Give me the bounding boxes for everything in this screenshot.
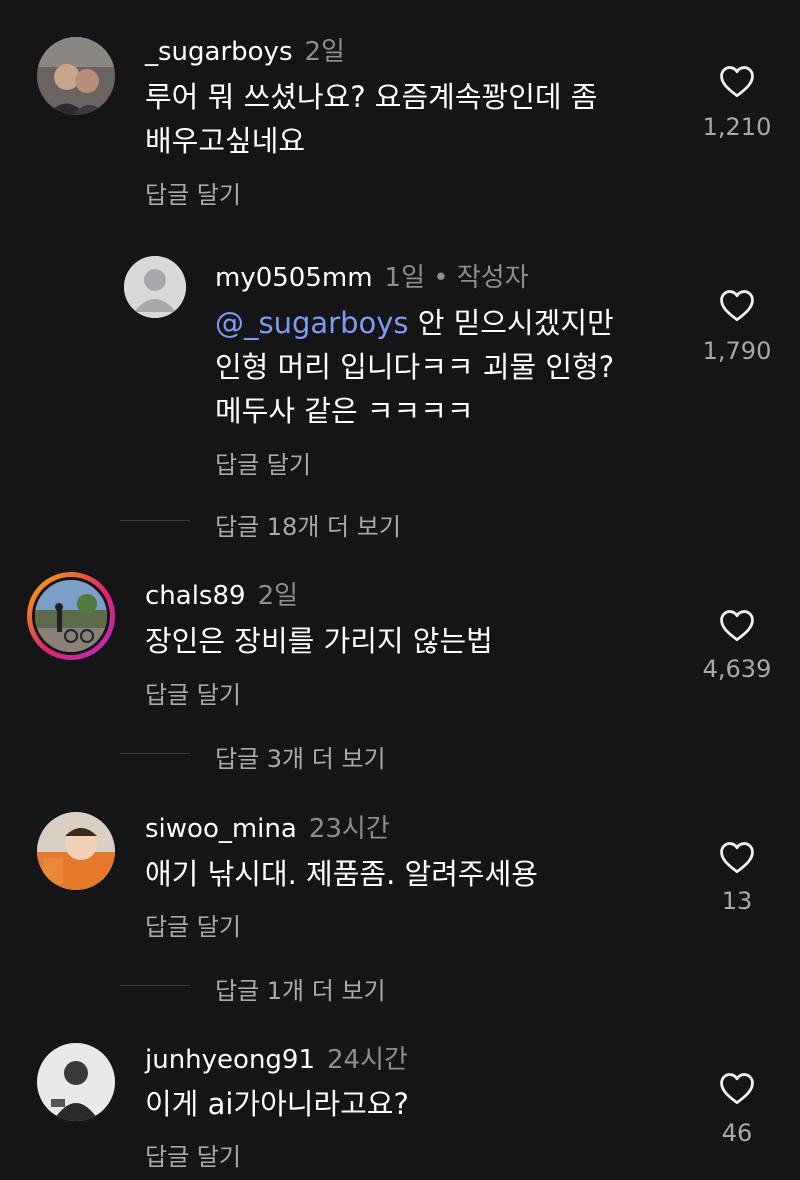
avatar[interactable] xyxy=(37,812,115,890)
user-photo xyxy=(37,812,115,890)
avatar[interactable] xyxy=(27,572,115,660)
avatar[interactable] xyxy=(37,1043,115,1121)
reply-button[interactable]: 답글 달기 xyxy=(145,175,241,210)
mention-link[interactable]: @_sugarboys xyxy=(215,306,409,340)
author-tag: • 작성자 xyxy=(433,263,529,293)
timestamp: 2일 xyxy=(257,581,299,611)
view-more-replies[interactable]: 답글 3개 더 보기 xyxy=(215,739,386,774)
timestamp: 1일 xyxy=(384,263,426,293)
divider xyxy=(120,753,190,754)
username[interactable]: _sugarboys 2일 xyxy=(145,31,345,68)
reply-button[interactable]: 답글 달기 xyxy=(145,907,241,942)
heart-icon[interactable] xyxy=(718,608,756,642)
comment-text: 장인은 장비를 가리지 않는법 xyxy=(145,624,493,658)
comment-text: @_sugarboys 안 믿으시겠지만 인형 머리 입니다ㅋㅋ 괴물 인형? … xyxy=(215,306,615,428)
like-count: 1,790 xyxy=(702,337,772,365)
default-avatar-icon[interactable] xyxy=(124,256,186,318)
username[interactable]: chals89 2일 xyxy=(145,575,298,612)
username[interactable]: my0505mm 1일 • 작성자 xyxy=(215,257,529,294)
reply-button[interactable]: 답글 달기 xyxy=(215,445,311,480)
timestamp: 23시간 xyxy=(308,814,390,844)
heart-icon[interactable] xyxy=(718,1071,756,1105)
user-photo xyxy=(35,580,107,652)
heart-icon[interactable] xyxy=(718,64,756,98)
avatar[interactable] xyxy=(37,37,115,115)
reply-button[interactable]: 답글 달기 xyxy=(145,675,241,710)
heart-icon[interactable] xyxy=(718,840,756,874)
comment-text: 이게 ai가아니라고요? xyxy=(145,1087,409,1121)
username[interactable]: junhyeong91 24시간 xyxy=(145,1039,408,1076)
divider xyxy=(120,985,190,986)
like-count: 13 xyxy=(721,887,753,915)
divider xyxy=(120,520,190,521)
username[interactable]: siwoo_mina 23시간 xyxy=(145,808,390,845)
comment-text: 루어 뭐 쓰셨나요? 요즘계속꽝인데 좀 배우고싶네요 xyxy=(145,80,598,158)
comment-text: 애기 낚시대. 제품좀. 알려주세용 xyxy=(145,857,538,891)
view-more-replies[interactable]: 답글 18개 더 보기 xyxy=(215,507,401,542)
like-count: 1,210 xyxy=(702,113,772,141)
story-ring xyxy=(32,577,110,655)
user-photo xyxy=(37,1043,115,1121)
view-more-replies[interactable]: 답글 1개 더 보기 xyxy=(215,971,386,1006)
user-photo xyxy=(37,37,115,115)
like-count: 4,639 xyxy=(702,655,772,683)
like-count: 46 xyxy=(721,1119,753,1147)
timestamp: 2일 xyxy=(304,37,345,67)
reply-button[interactable]: 답글 달기 xyxy=(145,1137,241,1172)
heart-icon[interactable] xyxy=(718,288,756,322)
timestamp: 24시간 xyxy=(327,1045,408,1075)
